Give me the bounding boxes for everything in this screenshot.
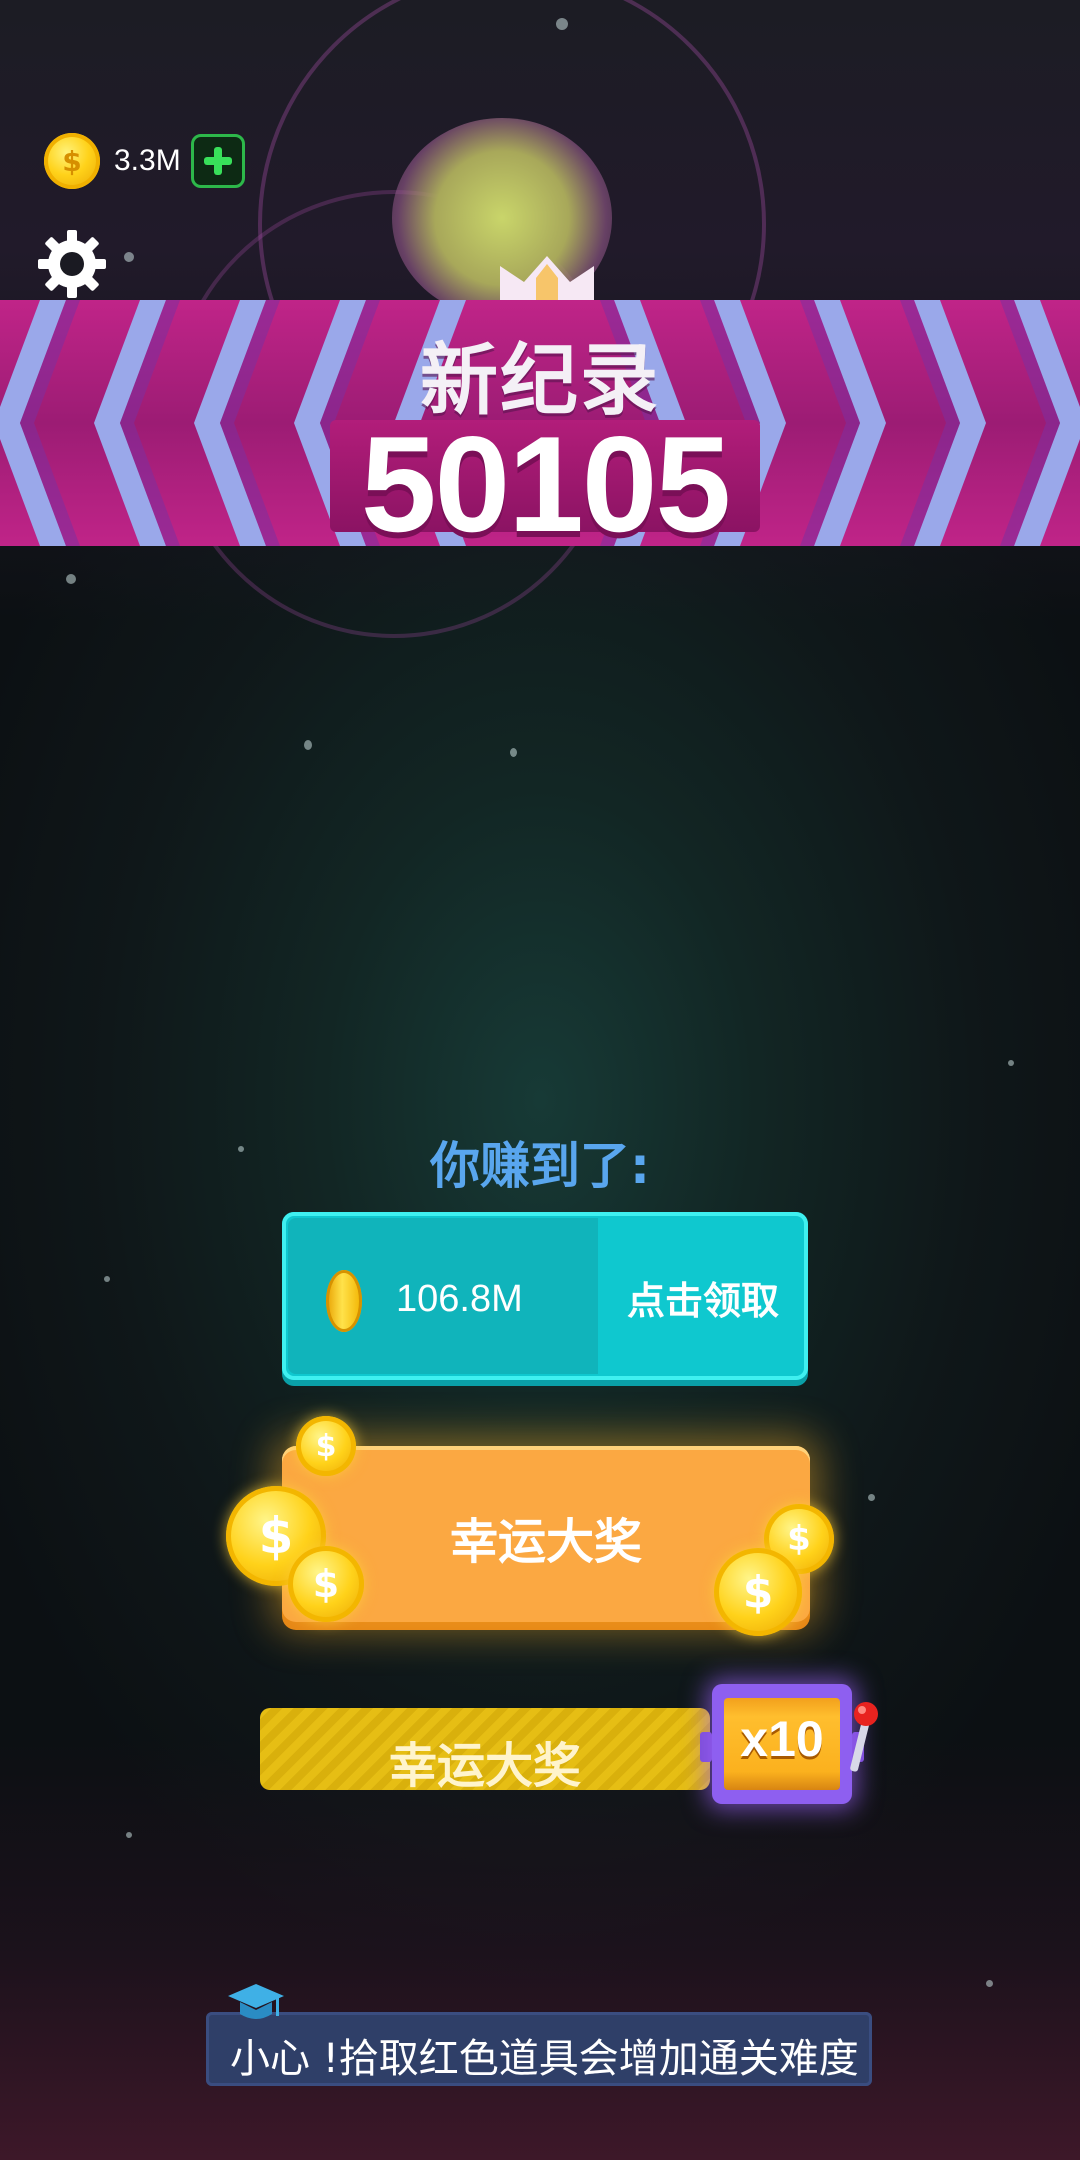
- background-bottom-glow: [0, 1740, 1080, 2160]
- coin-balance: 3.3M: [114, 144, 181, 177]
- earned-label: 你赚到了:: [430, 1137, 650, 1195]
- gear-icon: [38, 230, 106, 298]
- dollar-coin-icon: $: [296, 1416, 356, 1476]
- slot-machine[interactable]: x10: [712, 1684, 852, 1804]
- dollar-coin-icon: $: [714, 1548, 802, 1636]
- graduation-cap-icon: [228, 1984, 284, 2019]
- star: [124, 252, 134, 262]
- coin-icon: [326, 1270, 362, 1332]
- star: [510, 748, 517, 757]
- star: [126, 1832, 132, 1838]
- coin-counter: $ 3.3M: [44, 133, 245, 189]
- star: [868, 1494, 875, 1501]
- star: [1008, 1060, 1014, 1066]
- reward-amount-box: 106.8M: [288, 1218, 598, 1374]
- star: [986, 1980, 993, 1987]
- slot-multiplier: x10: [740, 1711, 824, 1767]
- slot-machine-side: [700, 1732, 712, 1762]
- tip-bar: 小心 !拾取红色道具会增加通关难度: [206, 2012, 872, 2086]
- crown-icon: [500, 256, 594, 300]
- star: [304, 740, 312, 750]
- star: [104, 1276, 110, 1282]
- game-screen: $ 3.3M 新纪录 50105 你赚到了: 106.8M 点击领取 幸运大奖 …: [0, 0, 1080, 2160]
- claim-reward-button[interactable]: 106.8M 点击领取: [282, 1212, 808, 1380]
- record-score: 50105: [360, 408, 731, 560]
- slot-lucky-prize-button[interactable]: 幸运大奖: [260, 1708, 710, 1794]
- reward-amount: 106.8M: [396, 1278, 523, 1320]
- slot-lever-icon: [850, 1702, 878, 1772]
- claim-label: 点击领取: [626, 1279, 779, 1323]
- add-coins-button[interactable]: [190, 134, 245, 188]
- star: [556, 18, 568, 30]
- tip-text: 小心 !拾取红色道具会增加通关难度: [230, 2036, 859, 2082]
- dollar-coin-icon: $: [44, 133, 100, 189]
- star: [66, 574, 76, 584]
- slot-lucky-prize-label: 幸运大奖: [388, 1738, 581, 1794]
- settings-button[interactable]: [36, 228, 108, 300]
- dollar-coin-icon: $: [288, 1546, 364, 1622]
